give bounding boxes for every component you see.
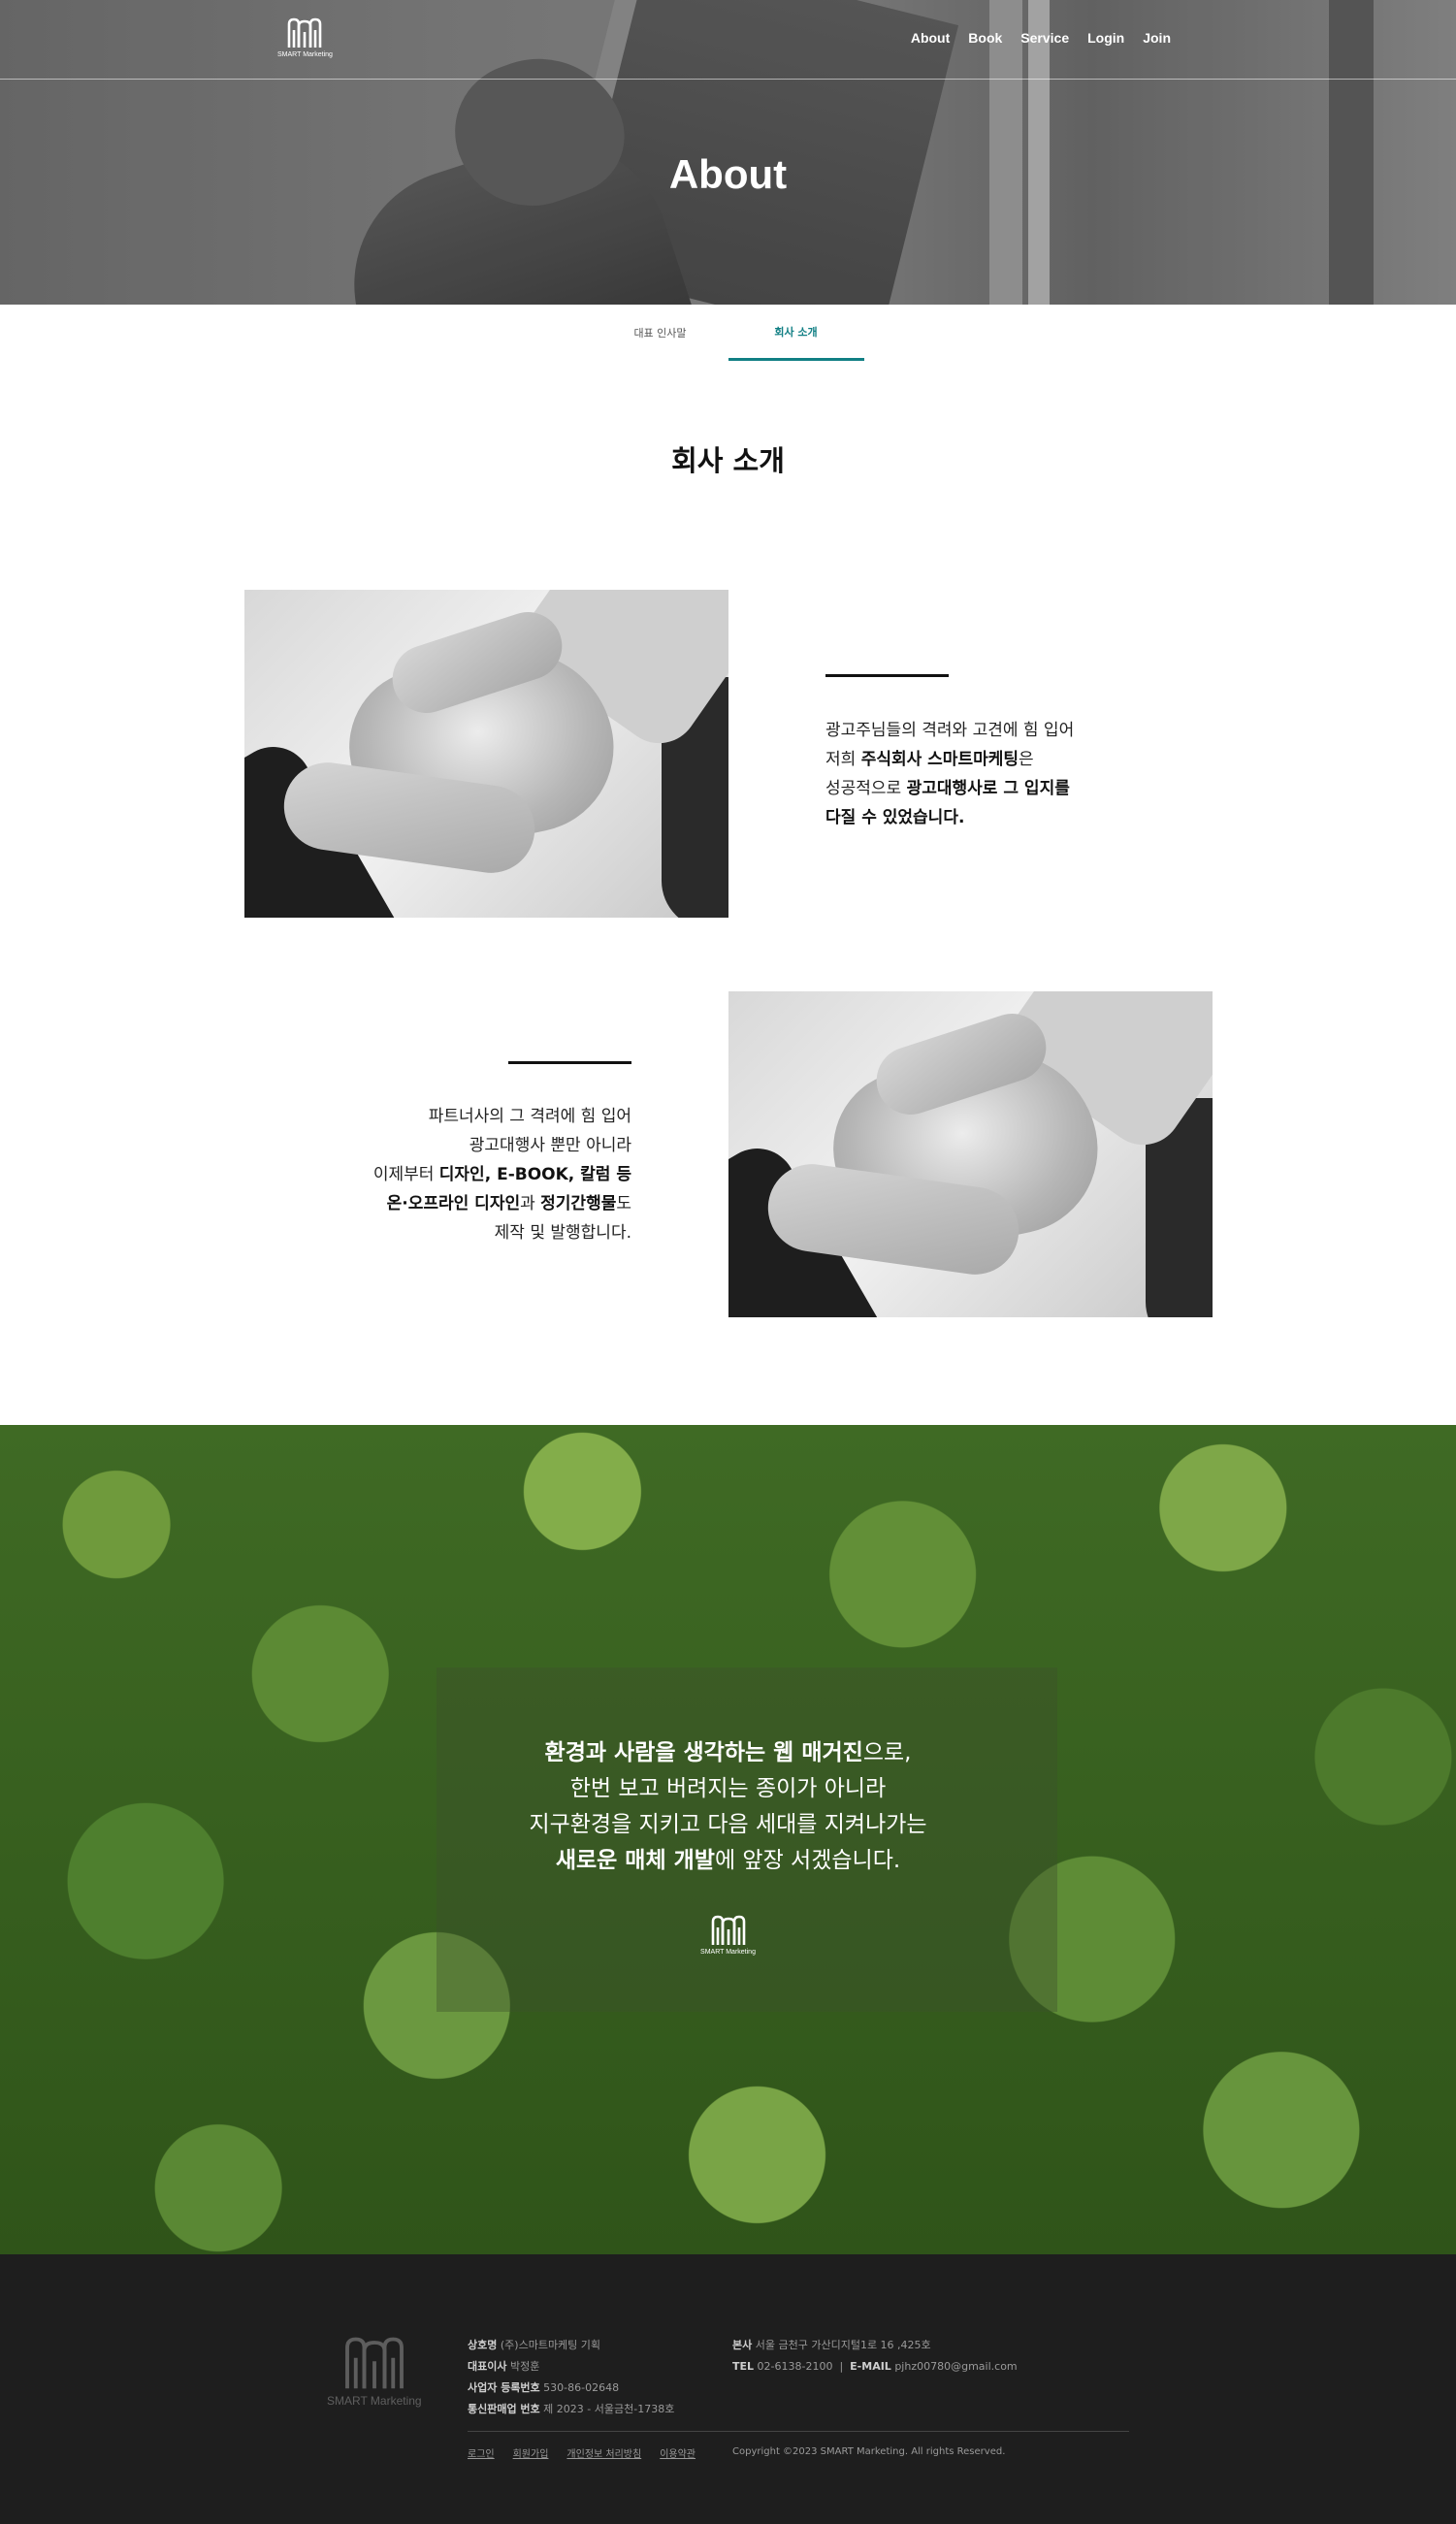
- tab-company-intro[interactable]: 회사 소개: [728, 305, 864, 361]
- text-line: 지구환경을 지키고 다음 세대를 지켜나가는: [529, 1812, 927, 1837]
- text-line: 환경과 사람을 생각하는 웹 매거진으로,: [544, 1740, 912, 1765]
- info-row: 상호명 (주)스마트마케팅 기획: [468, 2339, 601, 2351]
- text-line: 새로운 매체 개발에 앞장 서겠습니다.: [555, 1848, 901, 1873]
- text-line: 온·오프라인 디자인과 정기간행물도: [386, 1194, 631, 1213]
- sub-tabs: 대표 인사말 회사 소개: [0, 305, 1456, 361]
- logo-text: SMART Marketing: [700, 1949, 756, 1956]
- teamwork-photo-2: [728, 991, 1213, 1317]
- text-line: 저희 주식회사 스마트마케팅은: [825, 750, 1034, 769]
- contact-row: TEL 02-6138-2100 | E-MAIL pjhz00780@gmai…: [732, 2360, 1018, 2373]
- forest-logo: SMART Marketing: [0, 1914, 1456, 1956]
- contact-info: 본사 서울 금천구 가산디지털1로 16 ,425호 TEL 02-6138-2…: [732, 2335, 1018, 2378]
- intro-paragraph-1: 광고주님들의 격려와 고견에 힘 입어저희 주식회사 스마트마케팅은성공적으로 …: [825, 716, 1074, 832]
- logo-text: SMART Marketing: [327, 2394, 422, 2408]
- nav-login[interactable]: Login: [1087, 30, 1124, 46]
- address-row: 본사 서울 금천구 가산디지털1로 16 ,425호: [732, 2339, 931, 2351]
- tab-ceo-greeting[interactable]: 대표 인사말: [593, 305, 728, 361]
- text-line: 다질 수 있었습니다.: [825, 808, 965, 827]
- logo-icon: [711, 1915, 745, 1945]
- logo-icon: [288, 17, 322, 48]
- site-logo[interactable]: SMART Marketing: [277, 16, 333, 58]
- text-line: 성공적으로 광고대행사로 그 입지를: [825, 779, 1070, 798]
- site-footer: SMART Marketing 상호명 (주)스마트마케팅 기획 대표이사 박정…: [0, 2254, 1456, 2524]
- copyright-text: Copyright ©2023 SMART Marketing. All rig…: [732, 2446, 1006, 2457]
- section-title: 회사 소개: [671, 444, 785, 477]
- main-menu: About Book Service Login Join: [911, 30, 1171, 46]
- page-title: About: [668, 151, 788, 197]
- nav-about[interactable]: About: [911, 30, 950, 46]
- divider-line: [508, 1061, 631, 1064]
- text-line: 광고주님들의 격려와 고견에 힘 입어: [825, 721, 1075, 740]
- text-line: 파트너사의 그 격려에 힘 입어: [428, 1107, 631, 1126]
- footer-link-privacy[interactable]: 개인정보 처리방침: [566, 2445, 641, 2460]
- info-row: 통신판매업 번호 제 2023 - 서울금천-1738호: [468, 2403, 675, 2415]
- info-row: 사업자 등록번호 530-86-02648: [468, 2381, 620, 2394]
- nav-join[interactable]: Join: [1143, 30, 1171, 46]
- info-row: 대표이사 박정훈: [468, 2360, 540, 2373]
- teamwork-photo: [244, 590, 728, 918]
- text-line: 제작 및 발행합니다.: [494, 1223, 631, 1243]
- nav-book[interactable]: Book: [968, 30, 1002, 46]
- nav-service[interactable]: Service: [1020, 30, 1069, 46]
- text-line: 광고대행사 뿐만 아니라: [469, 1136, 631, 1155]
- footer-divider: [468, 2431, 1129, 2432]
- intro-paragraph-2: 파트너사의 그 격려에 힘 입어광고대행사 뿐만 아니라이제부터 디자인, E-…: [373, 1102, 631, 1247]
- footer-logo: SMART Marketing: [327, 2334, 422, 2408]
- top-navigation: SMART Marketing About Book Service Login…: [0, 0, 1456, 80]
- email-address: pjhz00780@gmail.com: [894, 2360, 1018, 2373]
- divider-line: [825, 674, 949, 677]
- text-line: 이제부터 디자인, E-BOOK, 칼럼 등: [372, 1165, 631, 1184]
- text-line: 한번 보고 버려지는 종이가 아니라: [569, 1776, 887, 1801]
- footer-link-terms[interactable]: 이용약관: [660, 2445, 696, 2460]
- footer-links: 로그인 회원가입 개인정보 처리방침 이용약관: [468, 2445, 696, 2460]
- footer-link-login[interactable]: 로그인: [468, 2445, 495, 2460]
- mission-statement: 환경과 사람을 생각하는 웹 매거진으로, 한번 보고 버려지는 종이가 아니라지…: [0, 1735, 1456, 1879]
- company-info: 상호명 (주)스마트마케팅 기획 대표이사 박정훈 사업자 등록번호 530-8…: [468, 2335, 674, 2420]
- forest-banner: 환경과 사람을 생각하는 웹 매거진으로, 한번 보고 버려지는 종이가 아니라지…: [0, 1425, 1456, 2254]
- footer-link-signup[interactable]: 회원가입: [513, 2445, 549, 2460]
- hero-banner: SMART Marketing About Book Service Login…: [0, 0, 1456, 305]
- logo-text: SMART Marketing: [277, 51, 333, 58]
- logo-icon: [344, 2337, 404, 2389]
